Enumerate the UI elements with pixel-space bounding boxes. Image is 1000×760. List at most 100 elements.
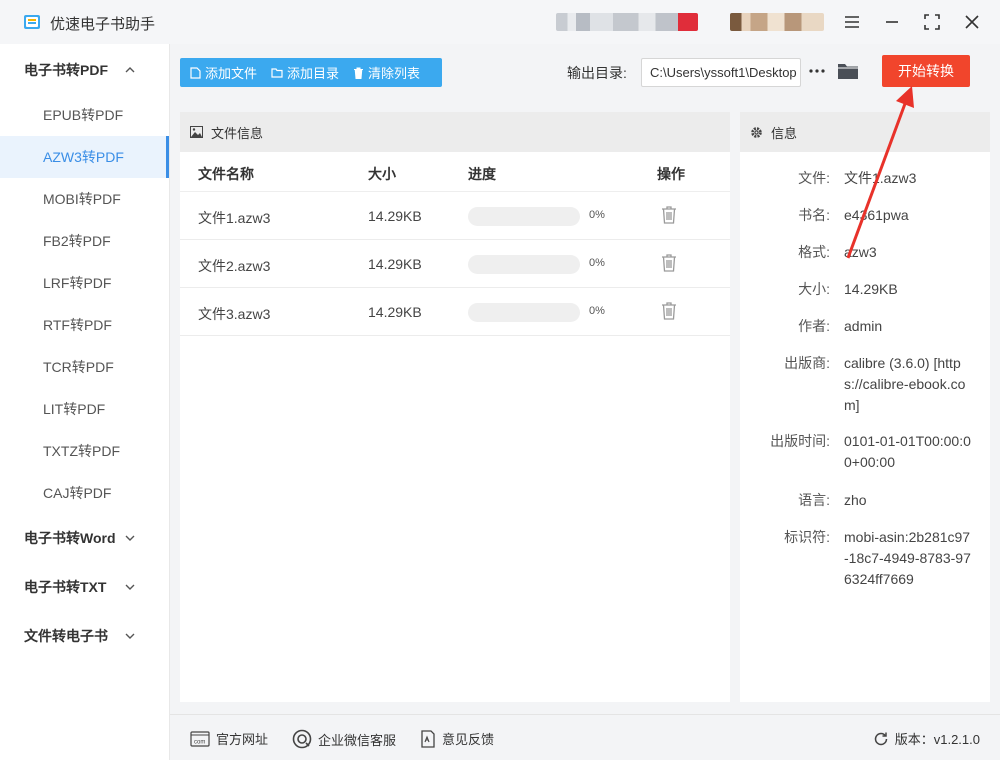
file-info-header: 文件信息 xyxy=(180,112,730,152)
wechat-support-label: 企业微信客服 xyxy=(318,732,397,748)
blurred-avatar xyxy=(730,13,824,31)
official-website-link[interactable]: com 官方网址 xyxy=(190,729,268,748)
close-button[interactable] xyxy=(960,10,984,34)
info-panel: 信息 文件: 文件1.azw3 书名: e4361pwa 格式: azw3 大小… xyxy=(740,112,990,702)
progress-text: 0% xyxy=(589,305,605,317)
sidebar-item-label: FB2转PDF xyxy=(43,233,111,249)
sidebar-item-mobi-to-pdf[interactable]: MOBI转PDF xyxy=(0,178,169,220)
image-icon xyxy=(190,126,203,138)
column-header-size: 大小 xyxy=(368,166,396,182)
table-row[interactable]: 文件2.azw3 14.29KB 0% xyxy=(180,240,730,288)
svg-text:com: com xyxy=(194,739,205,745)
info-header: 信息 xyxy=(740,112,990,152)
add-directory-button[interactable]: 添加目录 xyxy=(271,63,339,82)
sidebar-item-label: MOBI转PDF xyxy=(43,191,121,207)
sidebar-item-lit-to-pdf[interactable]: LIT转PDF xyxy=(0,388,169,430)
app-window: 优速电子书助手 电子书转PDF EPUB转PDF AZW3转PDF MOBI转P… xyxy=(0,0,1000,760)
version-info: 版本：v1.2.1.0 xyxy=(873,729,980,748)
sidebar-item-epub-to-pdf[interactable]: EPUB转PDF xyxy=(0,94,169,136)
info-value: mobi-asin:2b281c97-18c7-4949-8783-976324… xyxy=(844,529,971,587)
sidebar-item-tcr-to-pdf[interactable]: TCR转PDF xyxy=(0,346,169,388)
info-key: 大小: xyxy=(798,281,830,297)
sidebar-group-file-to-ebook[interactable]: 文件转电子书 xyxy=(0,624,169,648)
file-icon xyxy=(190,66,201,79)
trash-icon[interactable] xyxy=(660,301,678,321)
file-name: 文件1.azw3 xyxy=(198,210,271,226)
web-icon: com xyxy=(190,730,210,747)
sidebar-group-ebook-to-word[interactable]: 电子书转Word xyxy=(0,526,169,550)
footer: com 官方网址 企业微信客服 意见反馈 版本：v1.2.1.0 xyxy=(170,714,1000,760)
feedback-link[interactable]: 意见反馈 xyxy=(420,729,494,748)
sidebar-item-azw3-to-pdf[interactable]: AZW3转PDF xyxy=(0,136,169,178)
progress-bar xyxy=(468,303,580,322)
sidebar-item-label: CAJ转PDF xyxy=(43,485,112,501)
sidebar-item-label: AZW3转PDF xyxy=(43,149,124,165)
file-size: 14.29KB xyxy=(368,256,422,272)
output-dir-label: 输出目录: xyxy=(567,65,627,81)
minimize-button[interactable] xyxy=(880,10,904,34)
maximize-icon xyxy=(924,14,940,30)
info-key: 文件: xyxy=(798,170,830,186)
column-header-action: 操作 xyxy=(657,166,685,182)
more-dots-icon xyxy=(809,69,825,73)
sidebar-item-label: LRF转PDF xyxy=(43,275,112,291)
add-file-button[interactable]: 添加文件 xyxy=(190,63,257,82)
folder-icon xyxy=(271,68,283,78)
info-value: zho xyxy=(844,492,867,508)
info-title: 信息 xyxy=(771,125,798,141)
sidebar-item-lrf-to-pdf[interactable]: LRF转PDF xyxy=(0,262,169,304)
open-folder-icon[interactable] xyxy=(837,61,859,81)
app-logo-icon xyxy=(24,15,40,29)
sidebar-group-ebook-to-pdf[interactable]: 电子书转PDF xyxy=(0,58,169,82)
info-value: azw3 xyxy=(844,244,877,260)
file-size: 14.29KB xyxy=(368,208,422,224)
file-info-panel: 文件信息 文件名称 大小 进度 操作 文件1.azw3 14.29KB 0% 文… xyxy=(180,112,730,702)
trash-icon[interactable] xyxy=(660,253,678,273)
app-title: 优速电子书助手 xyxy=(50,16,156,33)
trash-icon[interactable] xyxy=(660,205,678,225)
output-dir-input[interactable]: C:\Users\yssoft1\Desktop xyxy=(641,58,801,87)
sidebar-item-label: RTF转PDF xyxy=(43,317,112,333)
info-value: 14.29KB xyxy=(844,281,898,297)
menu-button[interactable] xyxy=(840,10,864,34)
clear-list-button[interactable]: 清除列表 xyxy=(353,63,420,82)
table-row[interactable]: 文件3.azw3 14.29KB 0% xyxy=(180,288,730,336)
title-bar: 优速电子书助手 xyxy=(0,0,1000,44)
info-key: 格式: xyxy=(798,244,830,260)
feedback-label: 意见反馈 xyxy=(442,732,495,747)
gear-icon xyxy=(751,126,762,138)
sidebar-item-fb2-to-pdf[interactable]: FB2转PDF xyxy=(0,220,169,262)
column-header-name: 文件名称 xyxy=(198,166,254,182)
maximize-button[interactable] xyxy=(920,10,944,34)
info-key: 标识符: xyxy=(784,529,830,545)
sidebar-item-label: EPUB转PDF xyxy=(43,107,124,123)
version-label: 版本：v1.2.1.0 xyxy=(894,732,980,747)
file-name: 文件3.azw3 xyxy=(198,306,271,322)
chevron-down-icon xyxy=(125,633,135,639)
chevron-down-icon xyxy=(125,535,135,541)
sidebar-item-rtf-to-pdf[interactable]: RTF转PDF xyxy=(0,304,169,346)
info-key: 语言: xyxy=(798,492,830,508)
sidebar-item-txtz-to-pdf[interactable]: TXTZ转PDF xyxy=(0,430,169,472)
browse-more-button[interactable] xyxy=(808,62,826,80)
sidebar-group-ebook-to-txt[interactable]: 电子书转TXT xyxy=(0,575,169,599)
info-key: 作者: xyxy=(798,318,830,334)
add-file-label: 添加文件 xyxy=(205,66,258,81)
table-row[interactable]: 文件1.azw3 14.29KB 0% xyxy=(180,192,730,240)
info-key: 书名: xyxy=(798,207,830,223)
sidebar-item-label: TCR转PDF xyxy=(43,359,114,375)
info-value: 0101-01-01T00:00:00+00:00 xyxy=(844,433,971,470)
feedback-icon xyxy=(421,729,435,748)
progress-bar xyxy=(468,207,580,226)
info-value: e4361pwa xyxy=(844,207,909,223)
info-value: 文件1.azw3 xyxy=(844,170,917,186)
chevron-down-icon xyxy=(125,584,135,590)
sidebar-item-label: LIT转PDF xyxy=(43,401,106,417)
progress-text: 0% xyxy=(589,257,605,269)
start-convert-button[interactable]: 开始转换 xyxy=(882,55,970,87)
menu-icon xyxy=(845,16,859,28)
sidebar-item-caj-to-pdf[interactable]: CAJ转PDF xyxy=(0,472,169,514)
wechat-support-link[interactable]: 企业微信客服 xyxy=(292,729,396,749)
minimize-icon xyxy=(886,21,898,23)
info-key: 出版商: xyxy=(784,355,830,371)
